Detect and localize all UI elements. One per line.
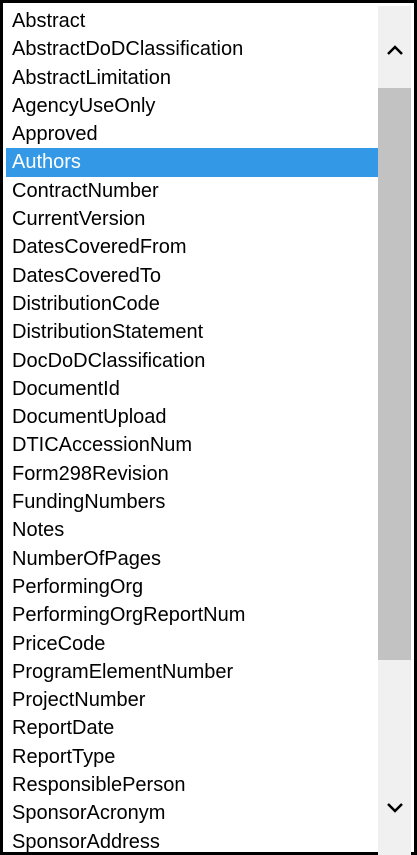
list-item[interactable]: NumberOfPages: [6, 545, 380, 573]
chevron-down-icon: [386, 803, 403, 813]
list-item[interactable]: ReportType: [6, 743, 380, 771]
field-list[interactable]: Abstract AbstractDoDClassification Abstrac…: [6, 7, 380, 853]
list-item[interactable]: Form298Revision: [6, 460, 380, 488]
list-item[interactable]: Notes: [6, 516, 380, 544]
field-listbox[interactable]: Abstract AbstractDoDClassification Abstrac…: [0, 0, 417, 855]
list-item[interactable]: ReportDate: [6, 714, 380, 742]
list-item[interactable]: DocDoDClassification: [6, 347, 380, 375]
scroll-down-button[interactable]: [378, 790, 411, 826]
list-item[interactable]: AbstractLimitation: [6, 64, 380, 92]
vertical-scrollbar[interactable]: [378, 6, 411, 855]
list-item[interactable]: DTICAccessionNum: [6, 431, 380, 459]
list-item[interactable]: DocumentUpload: [6, 403, 380, 431]
list-item[interactable]: ResponsiblePerson: [6, 771, 380, 799]
list-item[interactable]: AbstractDoDClassification: [6, 35, 380, 63]
list-item[interactable]: FundingNumbers: [6, 488, 380, 516]
list-item[interactable]: PerformingOrgReportNum: [6, 601, 380, 629]
list-item[interactable]: ProgramElementNumber: [6, 658, 380, 686]
list-item[interactable]: DistributionStatement: [6, 318, 380, 346]
list-item[interactable]: ContractNumber: [6, 177, 380, 205]
list-item[interactable]: SponsorAddress: [6, 828, 380, 853]
list-item[interactable]: Abstract: [6, 7, 380, 35]
list-item[interactable]: AgencyUseOnly: [6, 92, 380, 120]
list-item[interactable]: SponsorAcronym: [6, 799, 380, 827]
list-item[interactable]: CurrentVersion: [6, 205, 380, 233]
list-item[interactable]: DocumentId: [6, 375, 380, 403]
list-item[interactable]: DatesCoveredFrom: [6, 233, 380, 261]
list-item[interactable]: PerformingOrg: [6, 573, 380, 601]
scroll-up-button[interactable]: [378, 32, 411, 68]
list-item[interactable]: DistributionCode: [6, 290, 380, 318]
list-item[interactable]: DatesCoveredTo: [6, 262, 380, 290]
scrollbar-thumb[interactable]: [378, 88, 411, 660]
list-item[interactable]: PriceCode: [6, 630, 380, 658]
list-item[interactable]: Approved: [6, 120, 380, 148]
list-item[interactable]: ProjectNumber: [6, 686, 380, 714]
chevron-up-icon: [386, 45, 403, 55]
list-item[interactable]: Authors: [6, 148, 380, 177]
